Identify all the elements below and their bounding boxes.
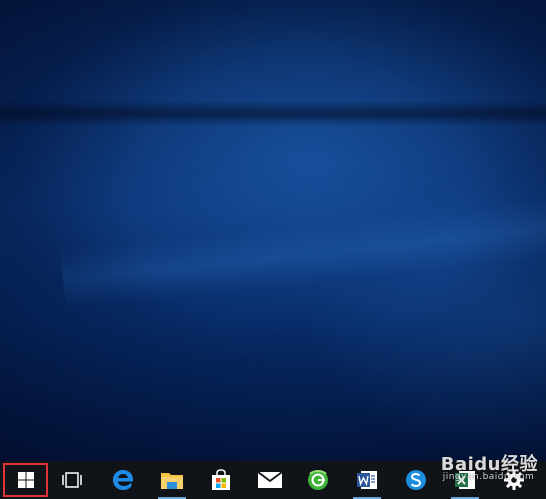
watermark-subtext: jingyan.baidu.com [442,472,535,482]
task-view-button[interactable] [52,461,92,499]
start-button[interactable] [3,463,48,497]
word-button[interactable] [347,461,387,499]
desktop-wallpaper [0,0,546,461]
green-globe-icon [308,470,328,490]
browser-button[interactable] [298,461,338,499]
task-view-icon [62,472,82,488]
mail-icon [257,471,283,488]
store-bag-icon [212,469,230,490]
baidu-jingyan-watermark: Baidu经验 jingyan.baidu.com [441,450,538,482]
edge-icon [113,470,133,490]
word-icon [357,471,377,489]
sogou-button[interactable] [396,461,436,499]
wallpaper-vignette [0,0,546,461]
mail-button[interactable] [250,461,290,499]
file-explorer-button[interactable] [152,461,192,499]
store-button[interactable] [201,461,241,499]
sogou-icon [406,470,426,490]
edge-button[interactable] [103,461,143,499]
folder-icon [161,473,183,489]
windows-logo-icon [17,472,34,488]
